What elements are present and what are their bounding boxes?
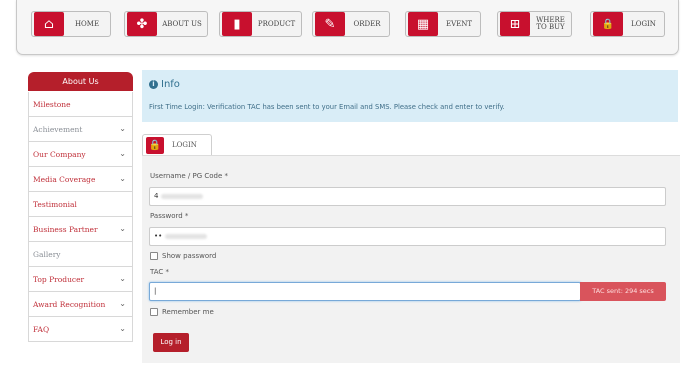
sidebar-item-label: Top Producer xyxy=(33,274,85,284)
chevron-down-icon: ⌄ xyxy=(119,324,126,333)
nav-login-label: LOGIN xyxy=(631,19,656,28)
tac-input[interactable]: | xyxy=(149,282,581,301)
chevron-down-icon: ⌄ xyxy=(119,299,126,308)
username-label: Username / PG Code * xyxy=(150,172,229,180)
tab-login-label: LOGIN xyxy=(172,141,197,149)
tac-cursor: | xyxy=(154,287,157,295)
info-alert: i Info First Time Login: Verification TA… xyxy=(142,70,678,122)
tac-label: TAC * xyxy=(150,268,170,276)
info-icon: i xyxy=(149,80,158,89)
remember-me-label: Remember me xyxy=(162,308,214,316)
nav-home-label: HOME xyxy=(74,19,100,28)
sidebar-title[interactable]: About Us xyxy=(28,72,133,91)
sidebar-item-label: Testimonial xyxy=(33,199,77,209)
redaction-blur xyxy=(165,233,208,239)
chevron-down-icon: ⌄ xyxy=(119,224,126,233)
nav-about-us-label: ABOUT US xyxy=(162,19,202,28)
sidebar-item-label: Achievement xyxy=(33,124,83,134)
sidebar-item-media-coverage[interactable]: Media Coverage ⌄ xyxy=(28,167,133,192)
sidebar-item-label: Gallery xyxy=(33,249,61,259)
sidebar-item-label: FAQ xyxy=(33,324,50,334)
redaction-blur xyxy=(161,193,204,199)
sidebar-item-label: Award Recognition xyxy=(33,299,106,309)
tab-login[interactable]: 🔒 LOGIN xyxy=(142,134,212,155)
password-field[interactable]: •• xyxy=(149,227,666,246)
log-in-button[interactable]: Log in xyxy=(153,333,189,352)
cart-icon: ⊞ xyxy=(500,12,530,36)
calendar-icon: ▦ xyxy=(408,12,438,36)
chevron-down-icon: ⌄ xyxy=(119,174,126,183)
nav-event-label: EVENT xyxy=(445,19,473,28)
nav-where-to-buy-button[interactable]: ⊞ WHERE TO BUY xyxy=(497,11,572,37)
nav-login-button[interactable]: 🔒 LOGIN xyxy=(590,11,665,37)
nav-home-button[interactable]: ⌂ HOME xyxy=(31,11,111,37)
nav-product-button[interactable]: ▮ PRODUCT xyxy=(219,11,302,37)
nav-where-to-buy-label: WHERE TO BUY xyxy=(536,16,565,31)
chevron-down-icon: ⌄ xyxy=(119,149,126,158)
sidebar-item-testimonial[interactable]: Testimonial xyxy=(28,192,133,217)
people-icon: ✤ xyxy=(127,12,157,36)
sidebar-item-milestone[interactable]: Milestone xyxy=(28,92,133,117)
remember-me-checkbox[interactable] xyxy=(150,308,158,316)
sidebar-item-top-producer[interactable]: Top Producer ⌄ xyxy=(28,267,133,292)
info-message: First Time Login: Verification TAC has b… xyxy=(149,103,505,111)
home-icon: ⌂ xyxy=(34,12,64,36)
sidebar-item-label: Business Partner xyxy=(33,224,98,234)
info-title-text: Info xyxy=(161,79,180,90)
nav-product-label: PRODUCT xyxy=(257,19,296,28)
chevron-down-icon: ⌄ xyxy=(119,124,126,133)
product-icon: ▮ xyxy=(222,12,252,36)
lock-icon: 🔒 xyxy=(593,12,623,36)
show-password-label: Show password xyxy=(162,252,217,260)
sidebar-item-our-company[interactable]: Our Company ⌄ xyxy=(28,142,133,167)
nav-event-button[interactable]: ▦ EVENT xyxy=(405,11,481,37)
nav-about-us-button[interactable]: ✤ ABOUT US xyxy=(124,11,208,37)
sidebar-item-award-recognition[interactable]: Award Recognition ⌄ xyxy=(28,292,133,317)
sidebar-item-gallery[interactable]: Gallery xyxy=(28,242,133,267)
chevron-down-icon: ⌄ xyxy=(119,274,126,283)
sidebar-item-label: Media Coverage xyxy=(33,174,96,184)
sidebar-item-label: Milestone xyxy=(33,99,71,109)
username-field[interactable]: 4 xyxy=(149,187,666,206)
nav-order-label: ORDER xyxy=(353,19,381,28)
show-password-row[interactable]: Show password xyxy=(150,252,216,260)
sidebar-item-faq[interactable]: FAQ ⌄ xyxy=(28,317,133,342)
remember-me-row[interactable]: Remember me xyxy=(150,308,214,316)
password-value: •• xyxy=(154,232,163,240)
lock-icon: 🔒 xyxy=(146,136,164,154)
tac-countdown-badge: TAC sent: 294 secs xyxy=(580,282,666,301)
username-value: 4 xyxy=(154,192,159,200)
nav-order-button[interactable]: ✎ ORDER xyxy=(312,11,390,37)
password-label: Password * xyxy=(150,212,189,220)
sidebar-item-label: Our Company xyxy=(33,149,86,159)
sidebar-item-achievement[interactable]: Achievement ⌄ xyxy=(28,117,133,142)
top-navigation: ⌂ HOME ✤ ABOUT US ▮ PRODUCT ✎ ORDER ▦ EV… xyxy=(16,0,679,55)
order-icon: ✎ xyxy=(315,12,345,36)
info-title: i Info xyxy=(149,79,180,90)
sidebar-item-business-partner[interactable]: Business Partner ⌄ xyxy=(28,217,133,242)
show-password-checkbox[interactable] xyxy=(150,252,158,260)
sidebar: About Us Milestone Achievement ⌄ Our Com… xyxy=(28,72,133,342)
